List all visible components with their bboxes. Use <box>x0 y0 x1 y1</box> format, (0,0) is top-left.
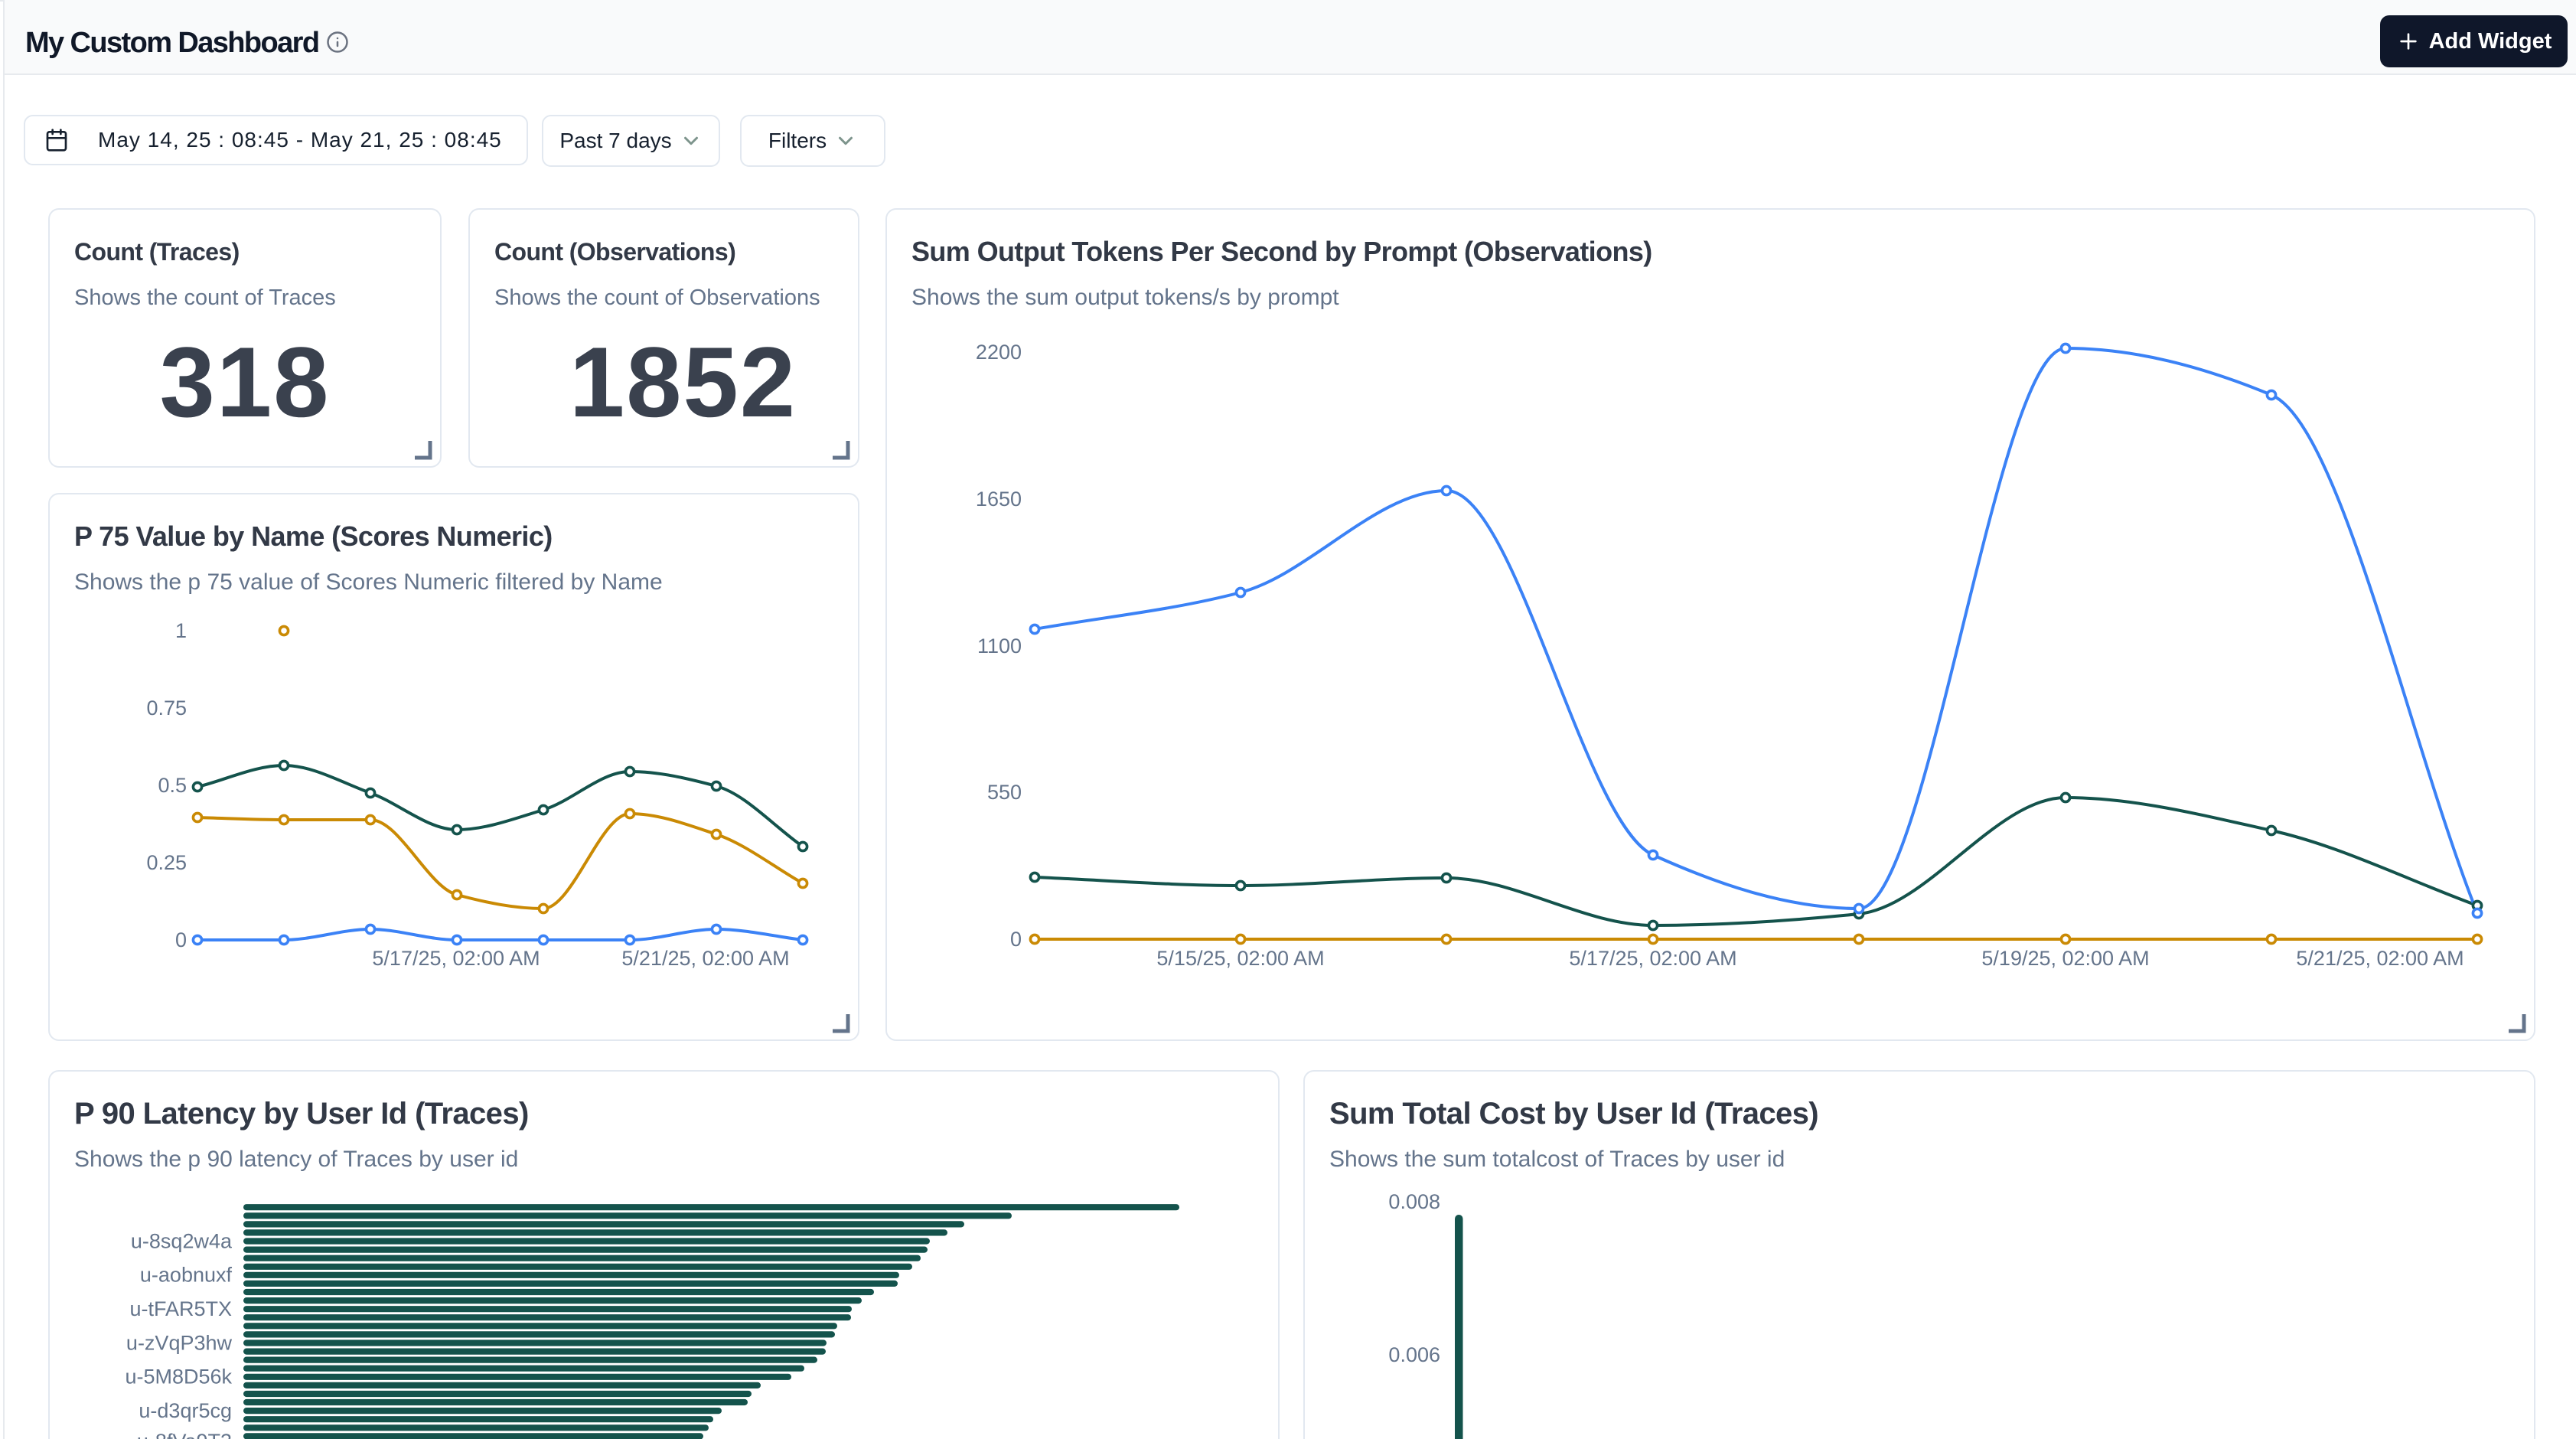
svg-text:0.75: 0.75 <box>146 697 187 720</box>
svg-text:0.5: 0.5 <box>158 774 187 797</box>
svg-text:0.008: 0.008 <box>1388 1190 1440 1213</box>
svg-text:5/17/25, 02:00 AM: 5/17/25, 02:00 AM <box>1569 947 1736 970</box>
svg-text:550: 550 <box>987 781 1022 804</box>
svg-text:u-8fVa9T3: u-8fVa9T3 <box>137 1430 232 1439</box>
svg-text:1650: 1650 <box>976 488 1022 511</box>
svg-text:u-tFAR5TX: u-tFAR5TX <box>129 1297 232 1320</box>
svg-text:2200: 2200 <box>976 341 1022 364</box>
svg-text:0: 0 <box>175 928 187 951</box>
svg-text:1100: 1100 <box>977 635 1022 658</box>
svg-text:5/19/25, 02:00 AM: 5/19/25, 02:00 AM <box>1981 947 2149 970</box>
svg-text:0.006: 0.006 <box>1388 1343 1440 1366</box>
svg-text:0.25: 0.25 <box>146 851 187 874</box>
svg-text:5/15/25, 02:00 AM: 5/15/25, 02:00 AM <box>1156 947 1324 970</box>
svg-text:u-5M8D56k: u-5M8D56k <box>125 1366 232 1388</box>
svg-text:5/21/25, 02:00 AM: 5/21/25, 02:00 AM <box>621 947 789 970</box>
svg-text:u-d3qr5cg: u-d3qr5cg <box>139 1399 232 1422</box>
svg-text:u-8sq2w4a: u-8sq2w4a <box>131 1229 233 1252</box>
svg-text:u-aobnuxf: u-aobnuxf <box>140 1264 233 1287</box>
svg-text:5/17/25, 02:00 AM: 5/17/25, 02:00 AM <box>372 947 540 970</box>
svg-text:1: 1 <box>175 619 187 642</box>
svg-text:5/21/25, 02:00 AM: 5/21/25, 02:00 AM <box>2296 947 2464 970</box>
svg-text:u-zVqP3hw: u-zVqP3hw <box>126 1331 233 1354</box>
svg-text:0: 0 <box>1010 928 1022 951</box>
